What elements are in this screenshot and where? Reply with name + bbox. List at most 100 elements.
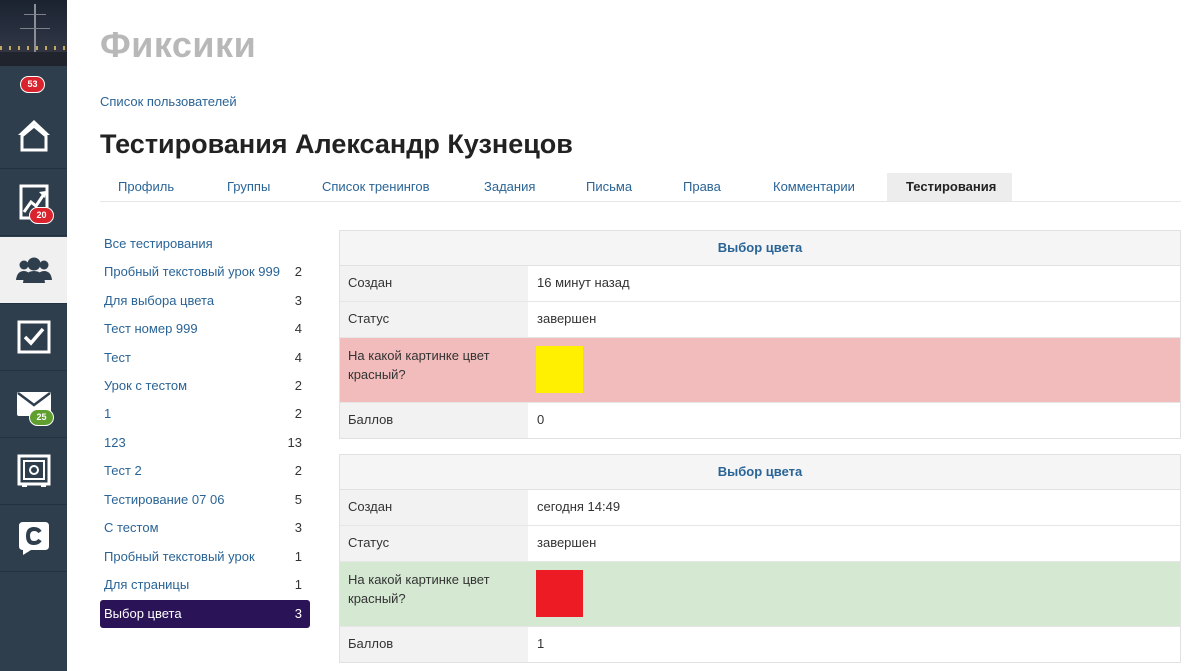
safe-icon — [17, 454, 50, 487]
sidebar-item-mail[interactable] — [0, 371, 67, 438]
page-title: Тестирования Александр Кузнецов — [100, 129, 573, 159]
sidebar-item-safe[interactable] — [0, 438, 67, 505]
status-row: Статус завершен — [340, 302, 1180, 338]
list-item-count: 3 — [294, 293, 302, 308]
list-item-label: Выбор цвета — [104, 606, 182, 621]
status-value: завершен — [537, 535, 597, 550]
list-item[interactable]: Тестирование 07 06 5 — [100, 486, 310, 513]
card-title: Выбор цвета — [340, 455, 1180, 490]
card-title: Выбор цвета — [340, 231, 1180, 266]
status-label: Статус — [340, 526, 528, 561]
score-value: 1 — [537, 636, 545, 651]
avatar-yard — [20, 28, 50, 29]
created-label: Создан — [340, 490, 528, 525]
question-text: На какой картинке цвет красный? — [340, 338, 528, 402]
list-item-count: 4 — [294, 321, 302, 336]
list-item-label: Все тестирования — [104, 236, 213, 251]
created-label: Создан — [340, 266, 528, 301]
list-item-count: 2 — [294, 378, 302, 393]
breadcrumb-users-list[interactable]: Список пользователей — [100, 94, 237, 109]
list-item[interactable]: Пробный текстовый урок 999 2 — [100, 258, 310, 285]
status-value: завершен — [537, 311, 597, 326]
list-item-label: Пробный текстовый урок 999 — [104, 264, 280, 279]
checkbox-icon — [17, 320, 50, 354]
sidebar: 53 20 25 — [0, 0, 67, 671]
list-item-label: 1 — [104, 406, 112, 421]
list-item-label: Пробный текстовый урок — [104, 549, 255, 564]
list-item[interactable]: Тест номер 999 4 — [100, 315, 310, 342]
answer-cell — [528, 562, 1180, 626]
score-row: Баллов 1 — [340, 627, 1180, 662]
list-item[interactable]: 123 13 — [100, 429, 310, 456]
list-item-label: Тест номер 999 — [104, 321, 198, 336]
status-label: Статус — [340, 302, 528, 337]
created-row: Создан сегодня 14:49 — [340, 490, 1180, 526]
tab-comments[interactable]: Комментарии — [773, 173, 855, 201]
tab-testing[interactable]: Тестирования — [887, 173, 1012, 201]
created-value: 16 минут назад — [537, 275, 630, 290]
list-item-all-tests[interactable]: Все тестирования — [100, 230, 310, 257]
statistics-badge[interactable]: 20 — [29, 207, 54, 224]
created-row: Создан 16 минут назад — [340, 266, 1180, 302]
list-item[interactable]: Урок с тестом 2 — [100, 372, 310, 399]
avatar-lights — [0, 46, 67, 50]
list-item-label: Для страницы — [104, 577, 190, 592]
list-item-count: 2 — [294, 406, 302, 421]
list-item-label: 123 — [104, 435, 126, 450]
list-item[interactable]: 1 2 — [100, 400, 310, 427]
sidebar-item-chat[interactable] — [0, 505, 67, 572]
question-row-correct: На какой картинке цвет красный? — [340, 562, 1180, 627]
answer-color-swatch — [536, 346, 583, 393]
tab-trainings[interactable]: Список тренингов — [322, 173, 430, 201]
list-item-label: Тестирование 07 06 — [104, 492, 225, 507]
list-item-label: Для выбора цвета — [104, 293, 215, 308]
tab-profile[interactable]: Профиль — [118, 173, 174, 201]
sidebar-item-statistics[interactable] — [0, 169, 67, 236]
list-item-count: 5 — [294, 492, 302, 507]
avatar-yard — [24, 14, 46, 15]
avatar-water — [0, 52, 67, 66]
list-item-label: Урок с тестом — [104, 378, 188, 393]
test-result-card: Выбор цвета Создан 16 минут назад Статус… — [339, 230, 1181, 439]
users-icon — [15, 257, 52, 283]
list-item-count: 4 — [294, 350, 302, 365]
user-avatar[interactable] — [0, 0, 67, 66]
list-item-count: 2 — [294, 463, 302, 478]
question-row-wrong: На какой картинке цвет красный? — [340, 338, 1180, 403]
created-value: сегодня 14:49 — [537, 499, 621, 514]
list-item[interactable]: Тест 4 — [100, 344, 310, 371]
score-label: Баллов — [340, 627, 528, 662]
app-title: Фиксики — [100, 24, 257, 65]
notifications-badge[interactable]: 53 — [20, 76, 45, 93]
answer-color-swatch — [536, 570, 583, 617]
sidebar-item-tasks[interactable] — [0, 304, 67, 371]
sidebar-item-users[interactable] — [0, 237, 67, 304]
tab-letters[interactable]: Письма — [586, 173, 632, 201]
list-item-label: Тест 2 — [104, 463, 142, 478]
list-item[interactable]: Пробный текстовый урок 1 — [100, 543, 310, 570]
list-item-label: С тестом — [104, 520, 159, 535]
list-item-count: 3 — [294, 520, 302, 535]
list-item-selected[interactable]: Выбор цвета 3 — [100, 600, 310, 628]
status-row: Статус завершен — [340, 526, 1180, 562]
list-item[interactable]: С тестом 3 — [100, 514, 310, 541]
answer-cell — [528, 338, 1180, 402]
tab-assignments[interactable]: Задания — [484, 173, 535, 201]
list-item[interactable]: Тест 2 2 — [100, 457, 310, 484]
list-item-count: 1 — [294, 549, 302, 564]
test-result-card: Выбор цвета Создан сегодня 14:49 Статус … — [339, 454, 1181, 663]
tab-groups[interactable]: Группы — [227, 173, 270, 201]
mail-badge[interactable]: 25 — [29, 409, 54, 426]
score-row: Баллов 0 — [340, 403, 1180, 438]
home-icon — [17, 120, 50, 152]
list-item-label: Тест — [104, 350, 131, 365]
list-item[interactable]: Для выбора цвета 3 — [100, 287, 310, 314]
sidebar-item-home[interactable] — [0, 102, 67, 169]
list-item-count: 13 — [287, 435, 302, 450]
tab-permissions[interactable]: Права — [683, 173, 721, 201]
chat-logo-icon — [18, 522, 49, 555]
list-item[interactable]: Для страницы 1 — [100, 571, 310, 598]
list-item-count: 1 — [294, 577, 302, 592]
list-item-count: 3 — [294, 606, 302, 621]
question-text: На какой картинке цвет красный? — [340, 562, 528, 626]
